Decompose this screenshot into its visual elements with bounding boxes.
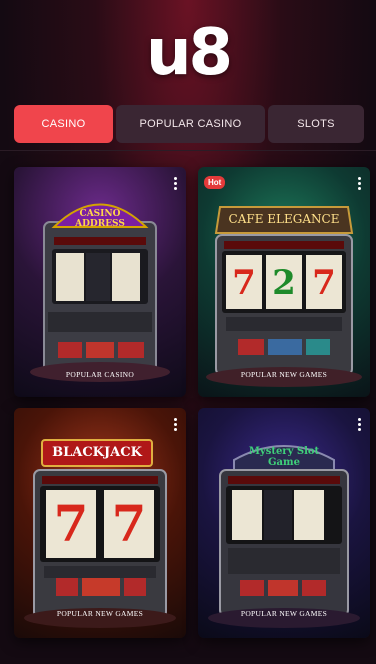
card-menu-icon-2[interactable] [356, 177, 362, 191]
game-card-2[interactable]: Hot CAFE ELEGANCE 7 2 7 POPULAR NEW GAME… [198, 167, 370, 397]
reel-symbol: 7 [111, 494, 147, 553]
card-caption-3: POPULAR NEW GAMES [56, 609, 144, 618]
card-menu-icon-4[interactable] [356, 418, 362, 432]
slot-machine-image-4 [208, 445, 360, 628]
reel-symbol: 7 [232, 263, 256, 303]
hot-badge: Hot [204, 176, 226, 189]
tab-casino[interactable]: CASINO [14, 105, 113, 143]
brand-logo: u8 [145, 16, 233, 90]
machine-sign-1: CASINO ADDRESS [75, 209, 125, 229]
slot-machine-image-3 [24, 439, 176, 628]
tab-popular-casino[interactable]: POPULAR CASINO [116, 105, 265, 143]
game-card-4[interactable]: Mystery Slot Game POPULAR NEW GAMES [198, 408, 370, 638]
card-menu-icon-1[interactable] [172, 177, 178, 191]
game-card-3[interactable]: BLACKJACK 7 7 POPULAR NEW GAMES [14, 408, 186, 638]
game-card-1[interactable]: CASINO ADDRESS POPULAR CASINO [14, 167, 186, 397]
card-caption-1: POPULAR CASINO [65, 370, 135, 379]
reel-symbol: 2 [272, 263, 296, 303]
card-menu-icon-3[interactable] [172, 418, 178, 432]
machine-sign-2: CAFE ELEGANCE [228, 212, 340, 226]
slot-machine-image-1 [30, 203, 170, 382]
machine-sign-3: BLACKJACK [52, 445, 142, 460]
reel-symbol: 7 [312, 263, 336, 303]
reel-symbol: 7 [53, 494, 89, 553]
tab-slots[interactable]: SLOTS [268, 105, 364, 143]
machine-sign-4: Mystery Slot Game [248, 446, 320, 468]
category-tabs: CASINO POPULAR CASINO SLOTS [14, 105, 364, 143]
card-caption-4: POPULAR NEW GAMES [240, 609, 328, 618]
card-caption-2: POPULAR NEW GAMES [240, 370, 328, 379]
tabs-divider [0, 150, 376, 151]
